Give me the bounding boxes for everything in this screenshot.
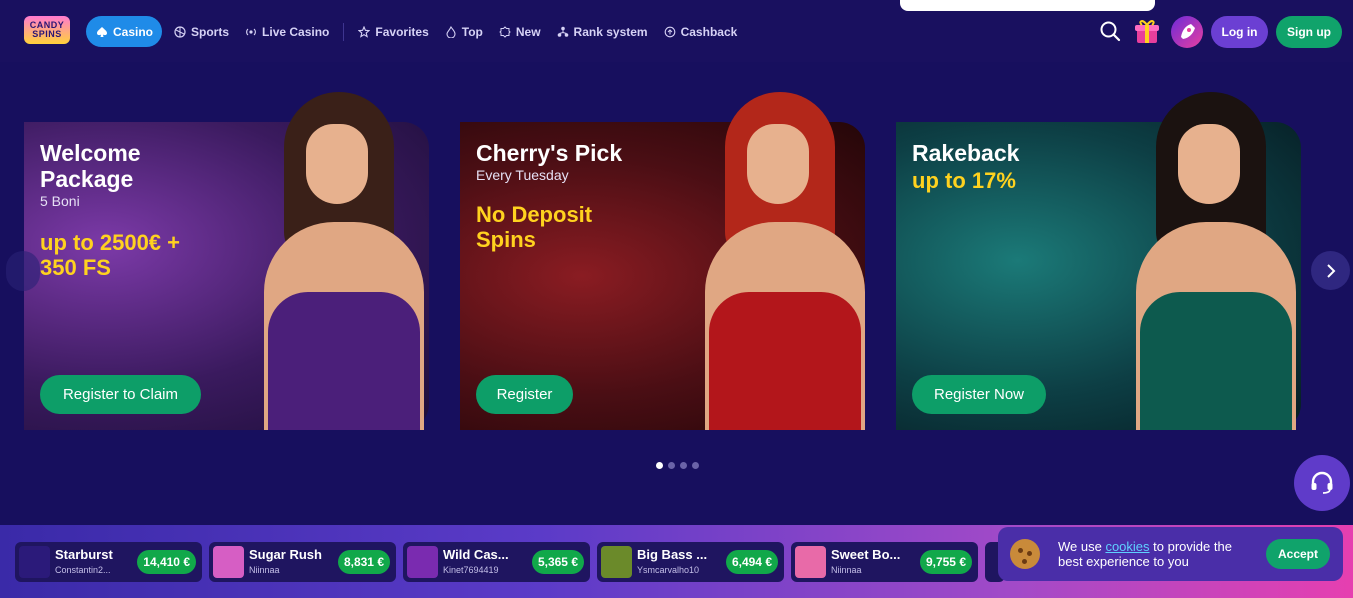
banner-title-line1: Welcome <box>40 140 141 166</box>
banner-subtitle: Every Tuesday <box>476 167 569 183</box>
winner-username: Niinnaa <box>249 565 280 575</box>
nav-cashback[interactable]: Cashback <box>656 16 746 47</box>
game-thumbnail <box>19 546 50 578</box>
nav-new-label: New <box>515 24 541 39</box>
banner-model-image <box>244 92 434 430</box>
cookie-text-pre: We use <box>1058 539 1106 554</box>
rank-icon <box>557 26 569 38</box>
nav-cashback-label: Cashback <box>680 24 738 39</box>
winner-game-name: Starburst <box>55 547 113 562</box>
game-thumbnail <box>795 546 826 578</box>
cookies-link[interactable]: cookies <box>1105 539 1149 554</box>
nav-favorites[interactable]: Favorites <box>350 16 436 47</box>
chevron-right-icon <box>1326 263 1335 278</box>
flame-icon <box>445 25 457 38</box>
banner-title-line2: Package <box>40 166 134 192</box>
winner-username: Niinnaa <box>831 565 862 575</box>
nav-rank-system-label: Rank system <box>573 24 648 39</box>
carousel-dot[interactable] <box>668 462 675 469</box>
nav-top[interactable]: Top <box>437 16 491 47</box>
banner-title: Rakeback <box>912 140 1020 166</box>
signup-button[interactable]: Sign up <box>1276 16 1342 48</box>
nav-new[interactable]: New <box>491 16 549 47</box>
cookie-message: We use cookies to provide the best exper… <box>1058 539 1258 569</box>
accept-cookies-button[interactable]: Accept <box>1266 539 1330 569</box>
game-thumbnail <box>407 546 438 578</box>
register-now-button[interactable]: Register Now <box>912 375 1046 414</box>
banner-offer-line1: up to 2500€ + <box>40 230 181 255</box>
winner-game-name: Wild Cas... <box>443 547 509 562</box>
carousel-prev-button[interactable] <box>6 251 40 291</box>
support-chat-button[interactable] <box>1294 455 1350 511</box>
badge-icon <box>499 25 511 38</box>
nav-casino-label: Casino <box>113 24 154 39</box>
search-icon[interactable] <box>1099 20 1121 42</box>
winner-amount: 8,831 € <box>337 550 390 574</box>
nav-top-label: Top <box>461 24 483 39</box>
winner-username: Constantin2... <box>55 565 111 575</box>
winner-amount: 6,494 € <box>725 550 778 574</box>
winner-username: Ysmcarvalho10 <box>637 565 700 575</box>
winner-amount: 9,755 € <box>919 550 972 574</box>
winner-card[interactable]: Sweet Bo... Niinnaa 9,755 € <box>791 542 978 582</box>
winner-game-name: Big Bass ... <box>637 547 708 562</box>
register-to-claim-button[interactable]: Register to Claim <box>40 375 201 414</box>
banner-offer: No Deposit Spins <box>476 202 592 252</box>
logo-line2: SPINS <box>32 29 62 39</box>
nav-sports-label: Sports <box>191 24 230 39</box>
top-overlay-field <box>900 0 1155 11</box>
winner-amount: 14,410 € <box>137 550 196 574</box>
winner-amount: 5,365 € <box>531 550 584 574</box>
banner-offer-line1: No Deposit <box>476 202 593 227</box>
star-icon <box>358 25 371 38</box>
nav-live-casino[interactable]: Live Casino <box>237 16 337 47</box>
winner-card[interactable]: Sugar Rush Niinnaa 8,831 € <box>209 542 396 582</box>
banner-subtitle: 5 Boni <box>40 193 80 209</box>
banner-model-image <box>1116 92 1306 430</box>
nav-divider <box>343 22 345 41</box>
promo-banner-rakeback[interactable]: Rakeback up to 17% Register Now <box>896 92 1301 430</box>
banner-model-image <box>685 92 875 430</box>
banner-title: Cherry's Pick <box>476 140 623 166</box>
ball-icon <box>174 25 186 38</box>
winner-card[interactable]: Wild Cas... Kinet7694419 5,365 € <box>403 542 590 582</box>
nav-favorites-label: Favorites <box>375 24 429 39</box>
login-button[interactable]: Log in <box>1211 16 1268 48</box>
banner-offer-line2: 350 FS <box>40 255 111 280</box>
live-icon <box>245 26 257 38</box>
register-button[interactable]: Register <box>476 375 573 414</box>
nav-live-casino-label: Live Casino <box>262 24 330 39</box>
candy-spins-logo[interactable]: CANDY SPINS <box>24 16 70 44</box>
carousel-next-button[interactable] <box>1311 251 1350 290</box>
winner-game-name: Sugar Rush <box>249 547 322 562</box>
banner-offer-line2: Spins <box>476 227 536 252</box>
winner-game-name: Sweet Bo... <box>831 547 901 562</box>
carousel-dot[interactable] <box>680 462 687 469</box>
banner-offer: up to 2500€ + 350 FS <box>40 230 180 280</box>
gift-icon[interactable] <box>1132 16 1162 46</box>
cookie-icon <box>1010 539 1040 569</box>
nav-sports[interactable]: Sports <box>166 16 237 47</box>
winner-card[interactable]: Big Bass ... Ysmcarvalho10 6,494 € <box>597 542 784 582</box>
game-thumbnail <box>601 546 632 578</box>
cashback-icon <box>664 26 676 38</box>
rocket-icon[interactable] <box>1171 16 1203 48</box>
headset-icon <box>1311 471 1333 494</box>
cookie-consent-banner: We use cookies to provide the best exper… <box>998 527 1343 581</box>
banner-offer: up to 17% <box>912 168 1016 193</box>
banner-title: Welcome Package <box>40 140 141 192</box>
carousel-pagination <box>656 462 699 469</box>
winner-username: Kinet7694419 <box>443 565 499 575</box>
main-nav: Casino Sports Live Casino Favorites Top … <box>86 16 745 47</box>
promo-banner-cherrys-pick[interactable]: Cherry's Pick Every Tuesday No Deposit S… <box>460 92 865 430</box>
promo-banner-welcome[interactable]: Welcome Package 5 Boni up to 2500€ + 350… <box>24 92 429 430</box>
game-thumbnail <box>213 546 244 578</box>
carousel-dot[interactable] <box>656 462 663 469</box>
nav-casino[interactable]: Casino <box>86 16 163 47</box>
carousel-dot[interactable] <box>692 462 699 469</box>
spade-icon <box>96 26 108 38</box>
winner-card[interactable]: Starburst Constantin2... 14,410 € <box>15 542 202 582</box>
nav-rank-system[interactable]: Rank system <box>549 16 656 47</box>
